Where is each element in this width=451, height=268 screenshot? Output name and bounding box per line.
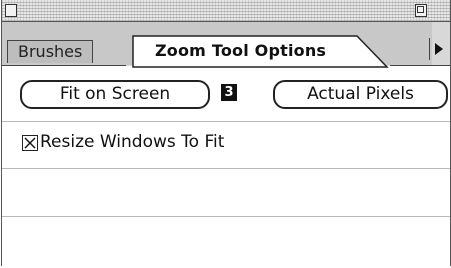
checkbox-x-icon: [24, 137, 36, 149]
actual-pixels-button[interactable]: Actual Pixels: [273, 80, 448, 109]
tab-baseline-left: [2, 65, 126, 66]
tab-brushes[interactable]: Brushes: [7, 40, 94, 63]
palette-menu-arrow-icon[interactable]: [429, 38, 448, 60]
shortcut-3-icon: 3: [221, 84, 237, 101]
tab-zoom-tool-options[interactable]: Zoom Tool Options: [155, 40, 326, 62]
actual-pixels-label: Actual Pixels: [307, 84, 414, 104]
shortcut-number: 3: [224, 85, 234, 100]
tab-baseline-right: [390, 65, 450, 66]
resize-windows-label[interactable]: Resize Windows To Fit: [40, 131, 224, 153]
divider: [2, 168, 450, 169]
zoom-tool-options-palette: Brushes Zoom Tool Options Fit on Screen …: [1, 0, 451, 266]
fit-on-screen-button[interactable]: Fit on Screen: [20, 80, 210, 109]
close-box-icon[interactable]: [5, 4, 17, 17]
divider: [2, 216, 450, 217]
fit-on-screen-label: Fit on Screen: [59, 84, 171, 104]
zoom-box-icon[interactable]: [415, 4, 427, 17]
tab-strip: Brushes Zoom Tool Options: [2, 22, 450, 68]
divider: [2, 121, 450, 122]
tab-brushes-label: Brushes: [18, 42, 83, 61]
resize-windows-checkbox[interactable]: [22, 135, 38, 151]
palette-title-bar[interactable]: [2, 0, 450, 22]
